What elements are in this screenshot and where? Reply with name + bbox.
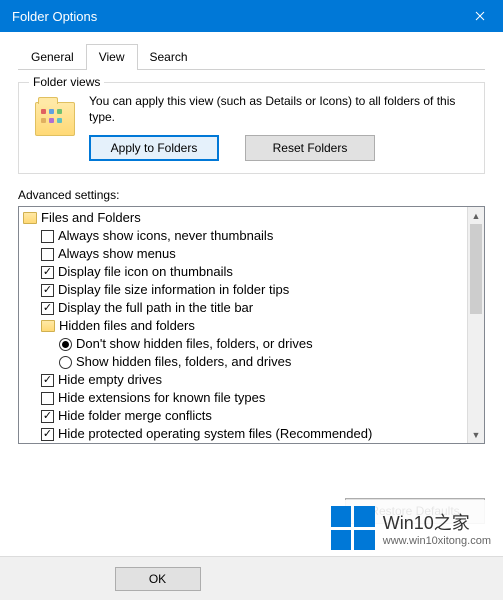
watermark-line1: Win10之家 <box>383 509 491 535</box>
scroll-track[interactable] <box>468 224 484 426</box>
checkbox[interactable] <box>41 410 54 423</box>
window-title: Folder Options <box>12 9 457 24</box>
dialog-button-row: OK Cancel Apply <box>0 556 503 600</box>
ok-button[interactable]: OK <box>115 567 201 591</box>
checkbox[interactable] <box>41 230 54 243</box>
item-label: Display file size information in folder … <box>58 281 289 299</box>
tab-general[interactable]: General <box>18 44 87 69</box>
item-label: Always show menus <box>58 245 176 263</box>
checkbox[interactable] <box>41 302 54 315</box>
advanced-item[interactable]: Display the full path in the title bar <box>23 299 463 317</box>
advanced-item[interactable]: Hide empty drives <box>23 371 463 389</box>
scroll-up-button[interactable]: ▲ <box>468 207 484 224</box>
tab-strip: General View Search <box>18 44 485 70</box>
checkbox[interactable] <box>41 428 54 441</box>
advanced-item[interactable]: Always show icons, never thumbnails <box>23 227 463 245</box>
scrollbar[interactable]: ▲ ▼ <box>467 207 484 443</box>
watermark-line2: www.win10xitong.com <box>383 535 491 547</box>
folder-views-icon <box>31 95 79 143</box>
group-label: Files and Folders <box>41 209 141 227</box>
item-label: Display file icon on thumbnails <box>58 263 233 281</box>
advanced-item[interactable]: Show hidden files, folders, and drives <box>23 353 463 371</box>
close-button[interactable] <box>457 0 503 32</box>
item-label: Hide empty drives <box>58 371 162 389</box>
advanced-settings-list: Files and Folders Always show icons, nev… <box>18 206 485 444</box>
advanced-item[interactable]: Display file size information in folder … <box>23 281 463 299</box>
checkbox[interactable] <box>41 248 54 261</box>
advanced-item[interactable]: Hide folder merge conflicts <box>23 407 463 425</box>
tab-view[interactable]: View <box>86 44 138 70</box>
reset-folders-button[interactable]: Reset Folders <box>245 135 375 161</box>
item-label: Hide protected operating system files (R… <box>58 425 372 443</box>
folder-views-legend: Folder views <box>29 75 104 89</box>
folder-views-text: You can apply this view (such as Details… <box>89 93 472 125</box>
watermark: Win10之家 www.win10xitong.com <box>331 500 491 556</box>
tab-body: Folder views You can apply this view (su… <box>18 70 485 444</box>
radio[interactable] <box>59 338 72 351</box>
checkbox[interactable] <box>41 392 54 405</box>
radio[interactable] <box>59 356 72 369</box>
item-label: Hide extensions for known file types <box>58 389 265 407</box>
folder-views-group: Folder views You can apply this view (su… <box>18 82 485 174</box>
title-bar: Folder Options <box>0 0 503 32</box>
item-label: Show hidden files, folders, and drives <box>76 353 291 371</box>
advanced-list-inner: Files and Folders Always show icons, nev… <box>19 207 467 443</box>
tab-search[interactable]: Search <box>137 44 201 69</box>
advanced-item[interactable]: Hide protected operating system files (R… <box>23 425 463 443</box>
client-area: General View Search Folder views <box>0 32 503 444</box>
checkbox[interactable] <box>41 266 54 279</box>
scroll-thumb[interactable] <box>470 224 482 314</box>
item-label: Display the full path in the title bar <box>58 299 253 317</box>
folder-icon <box>41 320 55 332</box>
checkbox[interactable] <box>41 284 54 297</box>
item-label: Always show icons, never thumbnails <box>58 227 273 245</box>
advanced-item[interactable]: Display file icon on thumbnails <box>23 263 463 281</box>
advanced-item[interactable]: Always show menus <box>23 245 463 263</box>
scroll-down-button[interactable]: ▼ <box>468 426 484 443</box>
checkbox[interactable] <box>41 374 54 387</box>
advanced-item[interactable]: Don't show hidden files, folders, or dri… <box>23 335 463 353</box>
apply-to-folders-button[interactable]: Apply to Folders <box>89 135 219 161</box>
advanced-settings-label: Advanced settings: <box>18 188 485 202</box>
folder-icon <box>23 212 37 224</box>
item-label: Hide folder merge conflicts <box>58 407 212 425</box>
advanced-item[interactable]: Hide extensions for known file types <box>23 389 463 407</box>
item-label: Hidden files and folders <box>59 317 195 335</box>
advanced-item: Hidden files and folders <box>23 317 463 335</box>
item-label: Don't show hidden files, folders, or dri… <box>76 335 313 353</box>
group-files-and-folders: Files and Folders <box>23 209 463 227</box>
windows-logo-icon <box>331 506 375 550</box>
close-icon <box>475 11 485 21</box>
